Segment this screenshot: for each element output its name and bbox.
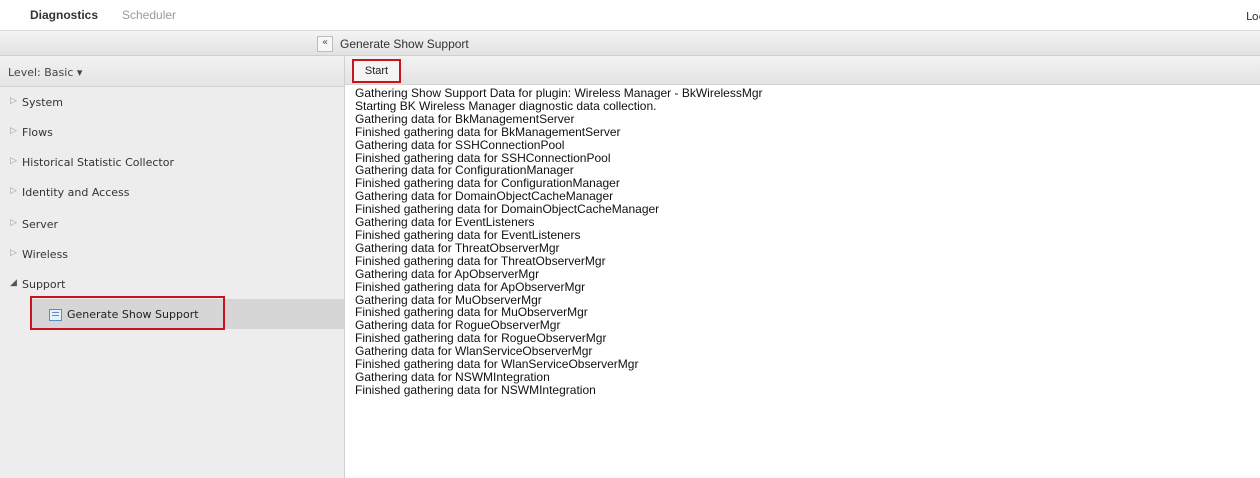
sidebar-item-label: Server xyxy=(22,218,59,231)
log-output: Gathering Show Support Data for plugin: … xyxy=(355,87,1235,478)
logout-link[interactable]: Log xyxy=(1246,10,1260,23)
highlight-annotation-box xyxy=(30,296,225,330)
log-line: Starting BK Wireless Manager diagnostic … xyxy=(355,98,657,113)
top-tab-bar: Diagnostics Scheduler Log xyxy=(0,0,1260,31)
sidebar-item-flows[interactable]: ▷ Flows xyxy=(0,118,344,148)
tab-scheduler[interactable]: Scheduler xyxy=(122,8,176,22)
sidebar-item-identity-and-access[interactable]: ▷ Identity and Access xyxy=(0,178,344,208)
expand-arrow-icon: ▷ xyxy=(10,186,17,196)
start-button[interactable]: Start xyxy=(352,59,401,83)
log-line: Finished gathering data for NSWMIntegrat… xyxy=(355,382,596,397)
sidebar-item-wireless[interactable]: ▷ Wireless xyxy=(0,240,344,270)
log-line: Gathering data for NSWMIntegration xyxy=(355,369,550,384)
log-line: Gathering data for ApObserverMgr xyxy=(355,266,540,281)
tab-diagnostics[interactable]: Diagnostics xyxy=(30,8,98,22)
sidebar-item-historical-statistic-collector[interactable]: ▷ Historical Statistic Collector xyxy=(0,148,344,178)
expand-arrow-icon: ▷ xyxy=(10,156,17,166)
sidebar-item-label: Flows xyxy=(22,126,53,139)
log-line: Gathering Show Support Data for plugin: … xyxy=(355,87,763,100)
log-line: Finished gathering data for EventListene… xyxy=(355,227,581,242)
log-line: Finished gathering data for BkManagement… xyxy=(355,124,621,139)
panel-header-band xyxy=(0,31,1260,56)
sidebar-item-system[interactable]: ▷ System xyxy=(0,88,344,118)
level-dropdown-label[interactable]: Level: Basic ▾ xyxy=(8,66,82,79)
log-line: Finished gathering data for ApObserverMg… xyxy=(355,279,586,294)
sidebar-item-label: Wireless xyxy=(22,248,69,261)
collapse-sidebar-icon[interactable]: « xyxy=(317,36,333,52)
log-line: Gathering data for BkManagementServer xyxy=(355,111,575,126)
sidebar-item-label: Support xyxy=(22,278,66,291)
content-toolbar xyxy=(345,56,1260,85)
sidebar-item-label: Identity and Access xyxy=(22,186,130,199)
expand-arrow-icon: ▷ xyxy=(10,96,17,106)
sidebar-item-label: Historical Statistic Collector xyxy=(22,156,174,169)
sidebar-item-label: System xyxy=(22,96,64,109)
expand-arrow-icon: ▷ xyxy=(10,126,17,136)
level-selector[interactable]: Level: Basic ▾ xyxy=(0,56,344,87)
collapse-arrow-icon: ◢ xyxy=(10,278,17,288)
panel-title: Generate Show Support xyxy=(340,37,469,51)
expand-arrow-icon: ▷ xyxy=(10,248,17,258)
log-line: Gathering data for ThreatObserverMgr xyxy=(355,240,560,255)
log-line: Gathering data for SSHConnectionPool xyxy=(355,137,565,152)
expand-arrow-icon: ▷ xyxy=(10,218,17,228)
sidebar-item-server[interactable]: ▷ Server xyxy=(0,210,344,240)
sidebar: Level: Basic ▾ ▷ System ▷ Flows ▷ Histor… xyxy=(0,56,345,478)
log-line: Finished gathering data for ThreatObserv… xyxy=(355,253,606,268)
log-line: Finished gathering data for WlanServiceO… xyxy=(355,357,639,372)
